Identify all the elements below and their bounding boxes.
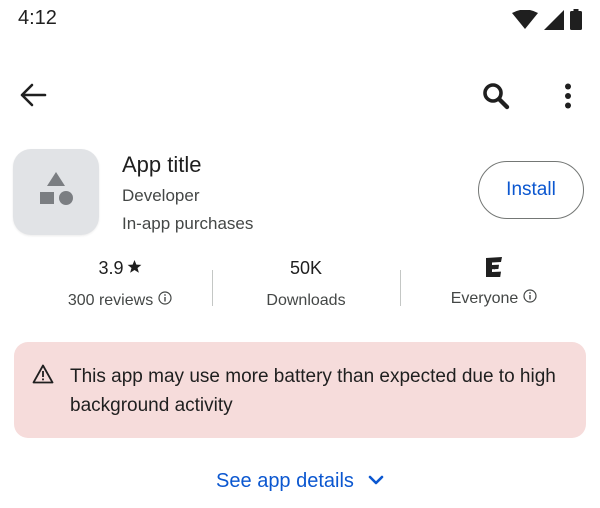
- esrb-rating-letter: E: [494, 269, 495, 271]
- install-button[interactable]: Install: [478, 161, 584, 219]
- stats-row: 3.9 300 reviews 50K Downloads E Everyone: [0, 256, 600, 320]
- rating-value: 3.9: [98, 258, 124, 278]
- info-icon: [158, 290, 172, 312]
- stat-divider: [212, 270, 213, 306]
- back-arrow-icon: [19, 83, 47, 112]
- status-bar: 4:12: [0, 0, 600, 40]
- in-app-purchases-label: In-app purchases: [122, 214, 254, 233]
- see-app-details-label: See app details: [216, 470, 354, 492]
- status-time: 4:12: [18, 7, 57, 29]
- content-rating-stat[interactable]: E Everyone: [404, 256, 584, 310]
- status-icons: [512, 9, 582, 35]
- back-button[interactable]: [14, 78, 52, 116]
- reviews-count: 300 reviews: [67, 292, 154, 309]
- more-vertical-icon: [564, 83, 572, 114]
- esrb-rating-icon: E: [404, 256, 584, 278]
- battery-warning-card: This app may use more battery than expec…: [14, 342, 586, 438]
- warning-message: This app may use more battery than expec…: [70, 366, 556, 416]
- more-options-button[interactable]: [550, 78, 586, 118]
- chevron-down-icon: [368, 473, 384, 491]
- stat-divider: [400, 270, 401, 306]
- warning-triangle-icon: [32, 364, 54, 389]
- info-icon: [523, 288, 537, 310]
- search-button[interactable]: [476, 78, 516, 118]
- downloads-value: 50K: [289, 258, 323, 278]
- app-title: App title: [122, 152, 202, 177]
- star-icon: [127, 256, 142, 280]
- content-rating-label-row: Everyone: [404, 288, 584, 310]
- app-icon: [13, 149, 99, 235]
- downloads-stat: 50K Downloads: [216, 256, 396, 312]
- content-rating-label: Everyone: [450, 290, 519, 307]
- wifi-icon: [512, 9, 538, 35]
- top-app-bar: [0, 70, 600, 124]
- search-icon: [481, 81, 511, 116]
- downloads-label: Downloads: [266, 292, 346, 309]
- app-info: App title Developer In-app purchases: [122, 151, 253, 235]
- shapes-placeholder-icon: [36, 170, 76, 215]
- cellular-signal-icon: [544, 9, 564, 35]
- rating-stat[interactable]: 3.9 300 reviews: [30, 256, 210, 312]
- app-developer-link[interactable]: Developer: [122, 185, 253, 207]
- battery-icon: [570, 9, 582, 35]
- see-app-details-button[interactable]: See app details: [0, 470, 600, 493]
- rating-value-row: 3.9: [30, 256, 210, 280]
- reviews-label-row: 300 reviews: [30, 290, 210, 312]
